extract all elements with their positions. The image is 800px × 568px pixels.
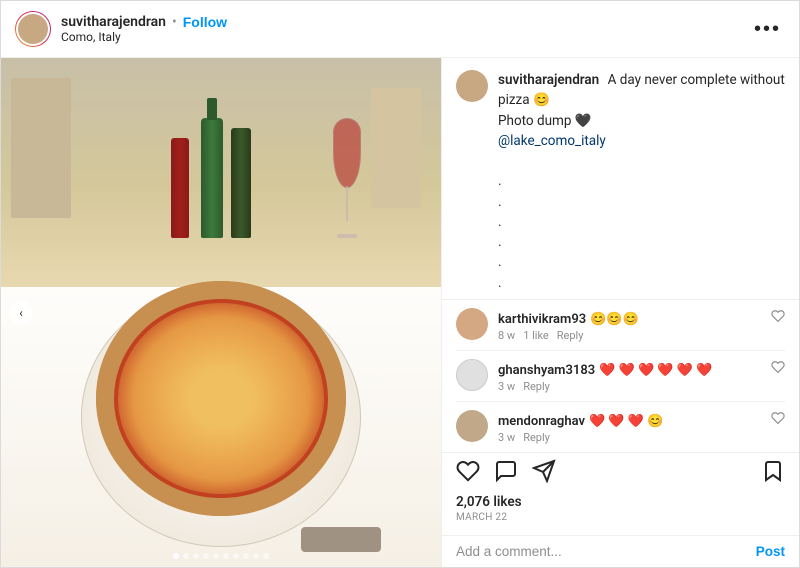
avatar-image: [16, 12, 50, 46]
caption-username[interactable]: suvitharajendran: [498, 72, 599, 88]
likes-count: 2,076 likes: [456, 494, 785, 510]
more-options-button[interactable]: •••: [750, 14, 785, 45]
header-left: suvitharajendran • Follow Como, Italy: [15, 11, 750, 47]
post-right: suvitharajendran A day never complete wi…: [441, 58, 799, 567]
caption-content: suvitharajendran A day never complete wi…: [498, 70, 785, 300]
caption-area: suvitharajendran A day never complete wi…: [442, 58, 799, 300]
post-body: ‹ suvitharajen: [1, 58, 799, 567]
dot-navigation: [173, 553, 269, 559]
bottle-green: [201, 118, 223, 238]
dot-8[interactable]: [243, 553, 249, 559]
caption-mention[interactable]: @lake_como_italy: [498, 133, 606, 149]
comment-item: karthivikram93 😊😊😊 8 w 1 like Reply: [456, 300, 785, 351]
comment-item-2: ghanshyam3183 ❤️ ❤️ ❤️ ❤️ ❤️ ❤️ 3 w Repl…: [456, 351, 785, 402]
caption-dot-2: .: [498, 194, 502, 210]
comment-username-3[interactable]: mendonraghav: [498, 414, 585, 429]
caption-row: suvitharajendran A day never complete wi…: [456, 70, 785, 300]
bottle-dark: [171, 138, 189, 238]
wine-glass-bowl: [333, 118, 361, 188]
comment-body-3: mendonraghav ❤️ ❤️ ❤️ 😊 3 w Reply: [498, 410, 761, 444]
dot-7[interactable]: [233, 553, 239, 559]
comment-avatar-1: [456, 308, 488, 340]
pizza-body: [96, 281, 346, 516]
wine-glass: [333, 118, 361, 238]
follow-button[interactable]: Follow: [183, 14, 227, 30]
comment-like-2[interactable]: [771, 359, 785, 378]
comment-item-3: mendonraghav ❤️ ❤️ ❤️ 😊 3 w Reply: [456, 402, 785, 452]
comment-reply-2[interactable]: Reply: [523, 380, 550, 393]
add-comment-input[interactable]: [456, 544, 756, 559]
comments-section: karthivikram93 😊😊😊 8 w 1 like Reply: [442, 300, 799, 452]
post-comment-button[interactable]: Post: [756, 544, 785, 559]
dot-separator: •: [172, 14, 177, 30]
comment-meta-2: 3 w Reply: [498, 380, 761, 393]
comment-time-1: 8 w: [498, 329, 515, 342]
sunglasses: [301, 527, 381, 552]
action-bar: 2,076 likes MARCH 22: [442, 452, 799, 535]
caption-dot-6: .: [498, 275, 502, 291]
post-container: suvitharajendran • Follow Como, Italy ••…: [0, 0, 800, 568]
avatar: [15, 11, 51, 47]
action-icons: [456, 459, 785, 488]
comment-like-3[interactable]: [771, 410, 785, 429]
dot-4[interactable]: [203, 553, 209, 559]
comment-username-1[interactable]: karthivikram93: [498, 312, 586, 327]
header-username[interactable]: suvitharajendran: [61, 14, 166, 30]
comment-text-3: ❤️ ❤️ ❤️ 😊: [589, 414, 663, 429]
comment-meta-3: 3 w Reply: [498, 431, 761, 444]
post-header: suvitharajendran • Follow Como, Italy ••…: [1, 1, 799, 58]
dot-1[interactable]: [173, 553, 179, 559]
building-right: [371, 88, 421, 208]
caption-avatar: [456, 70, 488, 102]
header-user-col: suvitharajendran • Follow Como, Italy: [61, 14, 227, 44]
caption-dot-1: .: [498, 173, 502, 189]
comment-avatar-3: [456, 410, 488, 442]
pizza-plate: [81, 287, 361, 547]
dot-3[interactable]: [193, 553, 199, 559]
wine-glass-stem: [346, 186, 348, 221]
dot-9[interactable]: [253, 553, 259, 559]
comment-button[interactable]: [494, 459, 518, 488]
pizza-cheese: [118, 303, 324, 494]
comment-likes-1: 1 like: [523, 329, 549, 342]
comment-time-2: 3 w: [498, 380, 515, 393]
dot-5[interactable]: [213, 553, 219, 559]
share-button[interactable]: [532, 459, 556, 488]
like-button[interactable]: [456, 459, 480, 488]
comment-like-1[interactable]: [771, 308, 785, 327]
comment-avatar-2: [456, 359, 488, 391]
comment-text-2: ❤️ ❤️ ❤️ ❤️ ❤️ ❤️: [599, 363, 712, 378]
comment-body-2: ghanshyam3183 ❤️ ❤️ ❤️ ❤️ ❤️ ❤️ 3 w Repl…: [498, 359, 761, 393]
header-info: suvitharajendran • Follow: [61, 14, 227, 30]
comment-username-2[interactable]: ghanshyam3183: [498, 363, 595, 378]
post-image: ‹: [1, 58, 441, 567]
comment-meta-1: 8 w 1 like Reply: [498, 329, 761, 342]
add-comment-row: Post: [442, 535, 799, 567]
dot-2[interactable]: [183, 553, 189, 559]
bottle-oil: [231, 128, 251, 238]
wine-glass-base: [337, 234, 357, 238]
post-location: Como, Italy: [61, 30, 227, 44]
comment-reply-3[interactable]: Reply: [523, 431, 550, 444]
comment-time-3: 3 w: [498, 431, 515, 444]
caption-dot-5: .: [498, 254, 502, 270]
bookmark-button[interactable]: [761, 459, 785, 488]
post-date: MARCH 22: [456, 512, 785, 523]
caption-dot-4: .: [498, 234, 502, 250]
comment-reply-1[interactable]: Reply: [557, 329, 584, 342]
dot-6[interactable]: [223, 553, 229, 559]
prev-arrow[interactable]: ‹: [9, 301, 33, 325]
caption-dot-3: .: [498, 214, 502, 230]
comment-body-1: karthivikram93 😊😊😊 8 w 1 like Reply: [498, 308, 761, 342]
building-left: [11, 78, 71, 218]
dot-10[interactable]: [263, 553, 269, 559]
comment-text-1: 😊😊😊: [590, 312, 639, 327]
